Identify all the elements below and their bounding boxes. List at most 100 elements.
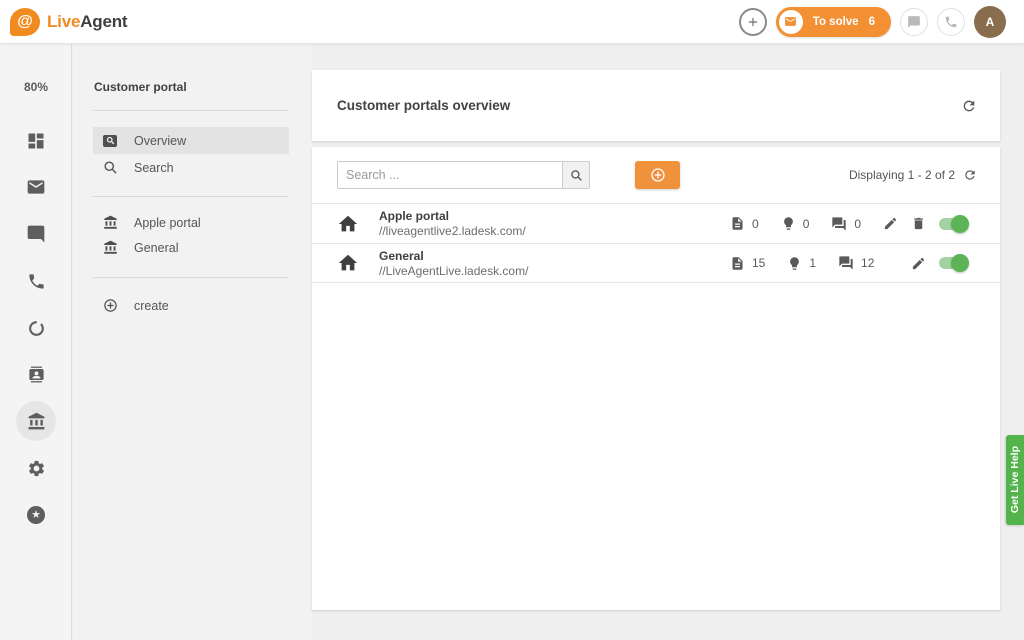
edit-icon[interactable] <box>883 216 898 231</box>
sidebar-item-upgrade[interactable]: ★ <box>16 495 56 535</box>
search-submit-button[interactable] <box>562 161 590 189</box>
contact-card-icon <box>27 365 46 384</box>
table-row-general[interactable]: General //LiveAgentLive.ladesk.com/ 15 1… <box>312 243 1000 283</box>
mail-icon <box>26 177 46 197</box>
get-live-help-button[interactable]: Get Live Help <box>1006 435 1024 525</box>
forum-count: 12 <box>861 256 875 270</box>
main-header: Customer portals overview <box>312 70 1000 141</box>
sidebar-item-contacts[interactable] <box>16 354 56 394</box>
chat-bubble-icon <box>26 224 46 244</box>
get-live-help-label: Get Live Help <box>1009 446 1021 514</box>
portal-stats: 0 0 0 <box>730 216 861 232</box>
portal-enabled-toggle[interactable] <box>939 254 969 272</box>
divider <box>93 277 289 278</box>
home-icon <box>337 213 361 235</box>
refresh-icon <box>961 98 977 114</box>
toolbar: Displaying 1 - 2 of 2 <box>312 147 1000 203</box>
icon-rail-sidebar: 80% ★ <box>0 44 72 640</box>
displaying-status: Displaying 1 - 2 of 2 <box>848 168 955 182</box>
nav-item-label: create <box>134 298 169 313</box>
chats-button[interactable] <box>900 7 928 36</box>
forum-icon <box>838 255 854 271</box>
search-input[interactable] <box>337 161 562 189</box>
suggestions-icon <box>787 256 802 271</box>
nav-item-search[interactable]: Search <box>93 154 289 181</box>
portal-url: //LiveAgentLive.ladesk.com/ <box>379 263 529 278</box>
suggestions-count: 0 <box>802 216 810 231</box>
divider <box>93 110 289 111</box>
logo-text: LiveAgent <box>47 11 128 32</box>
logo-bubble-icon: @ <box>10 7 40 36</box>
portals-table: Apple portal //liveagentlive2.ladesk.com… <box>312 203 1000 283</box>
phone-icon <box>27 272 46 291</box>
to-solve-label: To solve <box>812 15 859 28</box>
ring-icon <box>27 319 46 338</box>
portal-nav-title: Customer portal <box>94 80 187 94</box>
create-portal-button[interactable] <box>635 161 680 189</box>
row-actions <box>911 254 969 272</box>
to-solve-button[interactable]: To solve 6 <box>775 6 891 37</box>
suggestions-count: 1 <box>809 256 817 270</box>
zoom-level-indicator[interactable]: 80% <box>0 80 72 94</box>
logo-agent: Agent <box>80 11 128 31</box>
nav-item-label: Overview <box>134 133 187 148</box>
articles-count: 0 <box>752 216 759 231</box>
chat-icon <box>907 15 921 29</box>
table-row-apple-portal[interactable]: Apple portal //liveagentlive2.ladesk.com… <box>312 203 1000 243</box>
nav-item-overview[interactable]: Overview <box>93 127 289 154</box>
nav-item-general[interactable]: General <box>93 234 289 261</box>
bank-icon <box>27 412 46 431</box>
search-icon <box>102 160 118 175</box>
to-solve-count: 6 <box>868 15 875 28</box>
nav-item-apple-portal[interactable]: Apple portal <box>93 209 289 236</box>
toggle-knob <box>951 214 969 233</box>
nav-item-create[interactable]: create <box>93 292 289 319</box>
nav-item-label: Search <box>134 160 174 175</box>
nav-item-label: Apple portal <box>134 215 201 230</box>
bank-icon <box>102 240 118 255</box>
forum-count: 0 <box>854 216 862 231</box>
gear-icon <box>27 459 46 478</box>
articles-icon <box>730 216 745 231</box>
sidebar-item-dashboard[interactable] <box>16 121 56 161</box>
add-circle-icon <box>102 298 118 313</box>
refresh-list-button[interactable] <box>963 168 977 182</box>
toggle-knob <box>951 254 969 272</box>
phone-icon <box>944 15 958 29</box>
refresh-button[interactable] <box>961 98 977 114</box>
sidebar-item-status[interactable] <box>16 308 56 348</box>
articles-icon <box>730 256 745 271</box>
row-actions <box>883 214 969 233</box>
sidebar-item-tickets[interactable] <box>16 167 56 207</box>
sidebar-item-calls[interactable] <box>16 261 56 301</box>
search-icon <box>570 169 583 182</box>
sidebar-item-settings[interactable] <box>16 448 56 488</box>
plus-icon <box>746 15 760 29</box>
bank-icon <box>102 215 118 230</box>
sidebar-item-chats[interactable] <box>16 214 56 254</box>
envelope-icon <box>778 9 803 34</box>
calls-button[interactable] <box>937 7 965 36</box>
edit-icon[interactable] <box>911 256 926 271</box>
overview-icon <box>102 134 118 147</box>
customer-portal-nav: Customer portal Overview Search Apple po… <box>73 44 312 640</box>
articles-count: 15 <box>752 256 766 270</box>
suggestions-icon <box>781 216 796 231</box>
star-icon: ★ <box>27 506 45 524</box>
home-icon <box>337 252 361 274</box>
portal-enabled-toggle[interactable] <box>939 214 969 233</box>
portals-panel: Displaying 1 - 2 of 2 Apple portal //liv… <box>312 147 1000 610</box>
global-add-button[interactable] <box>738 7 767 36</box>
avatar-letter: A <box>985 14 995 29</box>
liveagent-logo[interactable]: @ LiveAgent <box>10 7 128 36</box>
delete-icon[interactable] <box>911 216 926 231</box>
portal-stats: 15 1 12 <box>730 255 874 271</box>
agent-avatar[interactable]: A <box>974 5 1006 38</box>
nav-item-label: General <box>134 240 179 255</box>
portal-name: Apple portal <box>379 209 450 223</box>
forum-icon <box>831 216 847 232</box>
divider <box>93 196 289 197</box>
sidebar-item-customer-portal[interactable] <box>16 401 56 441</box>
search-group <box>337 161 590 189</box>
top-bar: @ LiveAgent To solve 6 A <box>0 0 1024 44</box>
